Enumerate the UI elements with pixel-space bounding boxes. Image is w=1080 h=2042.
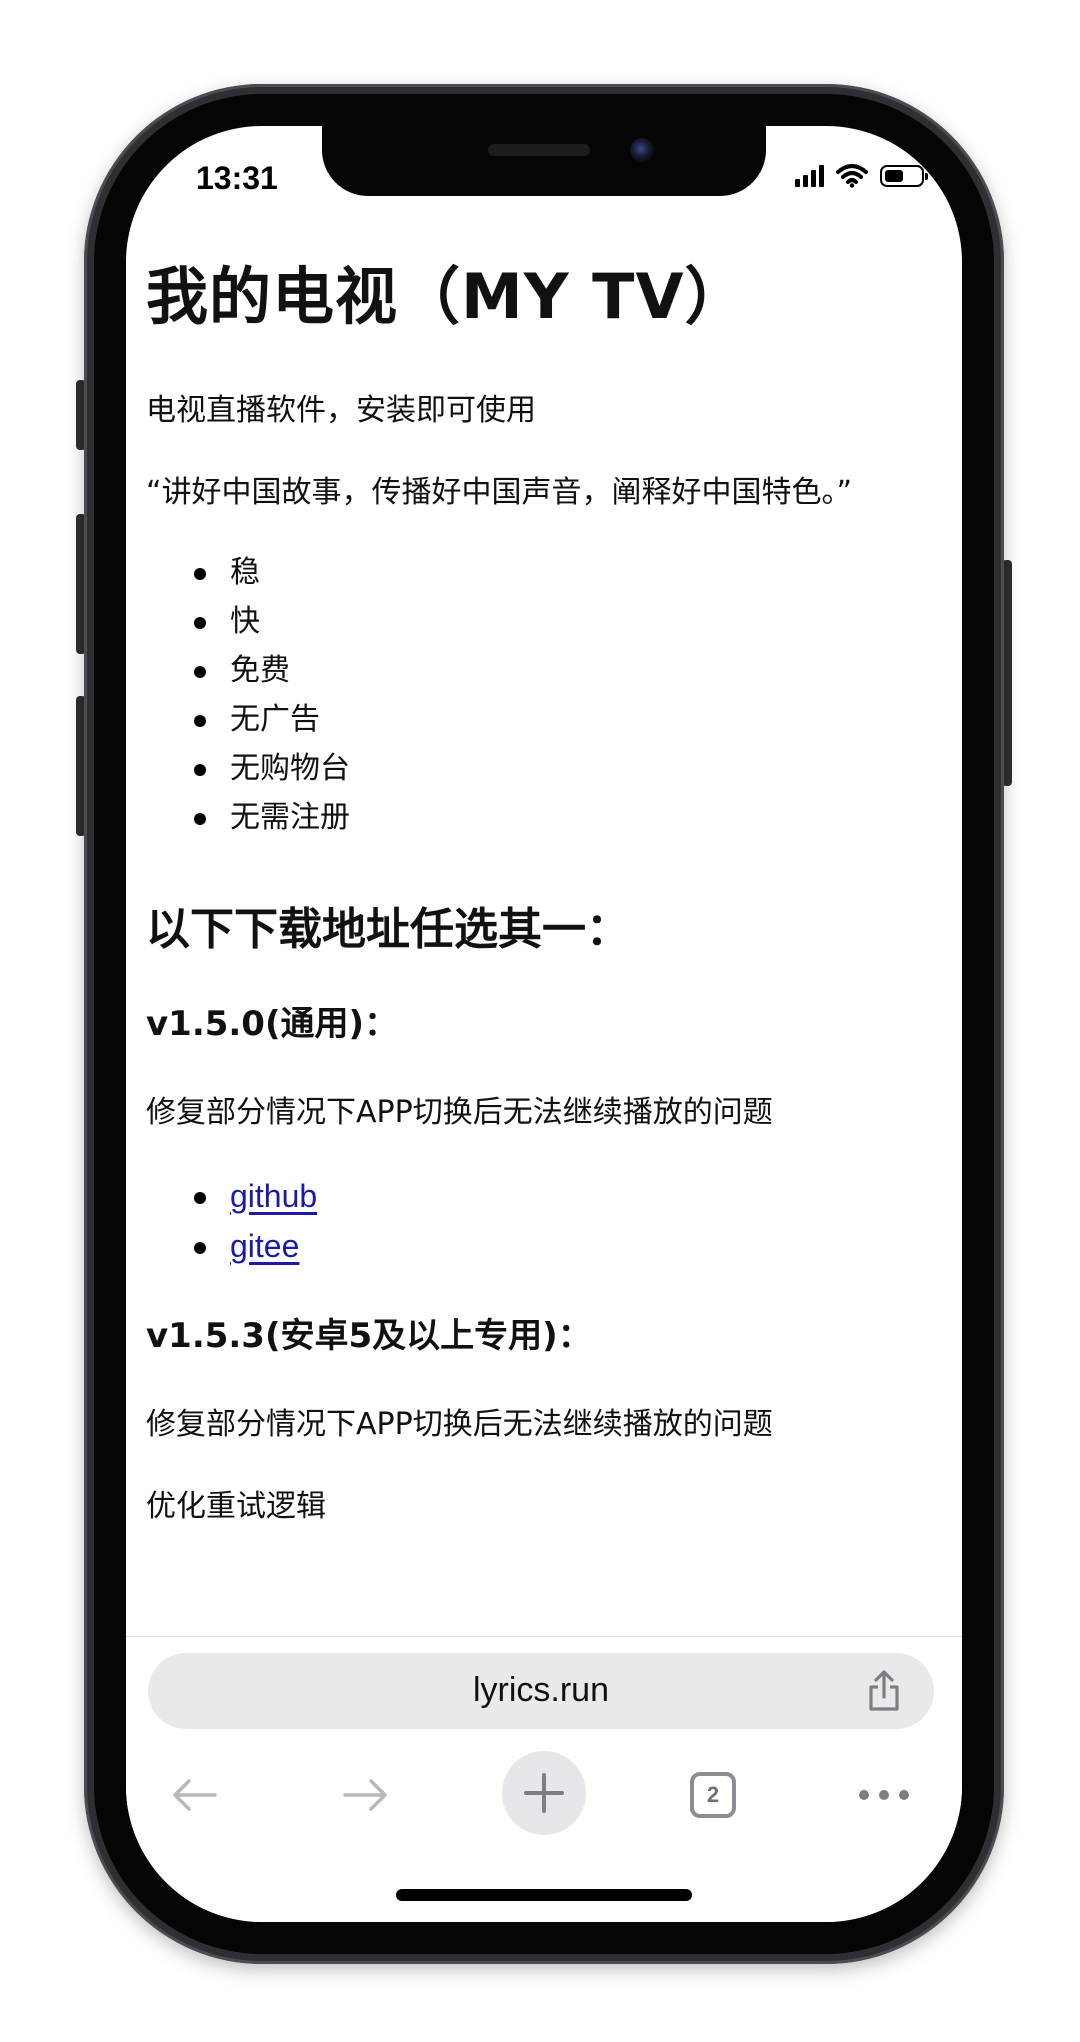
list-item: 快 <box>194 597 926 646</box>
more-icon <box>859 1790 909 1800</box>
new-tab-button[interactable] <box>502 1751 586 1835</box>
version-note: 修复部分情况下APP切换后无法继续播放的问题 <box>146 1095 773 1130</box>
plus-icon <box>524 1773 564 1813</box>
back-arrow-icon <box>173 1779 217 1811</box>
battery-icon <box>880 165 928 187</box>
intro-text: 电视直播软件，安装即可使用 <box>146 393 536 428</box>
url-text: lyrics.run <box>472 1671 610 1709</box>
version-note: 修复部分情况下APP切换后无法继续播放的问题 <box>146 1407 773 1442</box>
list-item: 无需注册 <box>194 793 926 842</box>
navigation-bar: 2 <box>126 1745 962 1845</box>
address-bar[interactable]: lyrics.run <box>148 1653 934 1729</box>
home-indicator <box>396 1889 692 1901</box>
feature-list: 稳 快 免费 无广告 无购物台 无需注册 <box>146 548 926 842</box>
list-item: 免费 <box>194 646 926 695</box>
list-item: github <box>194 1172 926 1222</box>
download-links: github gitee <box>146 1172 926 1272</box>
version-heading-1-5-3: v1.5.3(安卓5及以上专用)： <box>146 1316 592 1356</box>
web-content: 我的电视（MY TV） 电视直播软件，安装即可使用 “讲好中国故事，传播好中国声… <box>146 252 926 1530</box>
version-heading-1-5-0: v1.5.0(通用)： <box>146 1004 399 1044</box>
cellular-signal-icon <box>795 165 824 187</box>
list-item: gitee <box>194 1222 926 1272</box>
forward-arrow-icon <box>343 1779 387 1811</box>
status-time: 13:31 <box>196 160 278 196</box>
page-title: 我的电视（MY TV） <box>146 260 748 333</box>
tabs-button[interactable]: 2 <box>673 1755 753 1835</box>
notch <box>322 126 766 196</box>
version-note: 优化重试逻辑 <box>146 1489 326 1524</box>
list-item: 无广告 <box>194 695 926 744</box>
front-camera <box>630 138 654 162</box>
list-item: 无购物台 <box>194 744 926 793</box>
more-button[interactable] <box>844 1755 924 1835</box>
wifi-icon <box>836 164 868 188</box>
list-item: 稳 <box>194 548 926 597</box>
forward-button[interactable] <box>326 1755 406 1835</box>
browser-toolbar: lyrics.run 2 <box>126 1636 962 1922</box>
status-icons <box>795 164 928 188</box>
download-heading: 以下下载地址任选其一： <box>146 904 630 955</box>
github-link[interactable]: github <box>230 1178 317 1214</box>
tabs-icon: 2 <box>690 1772 736 1818</box>
quote-text: “讲好中国故事，传播好中国声音，阐释好中国特色。” <box>146 475 853 510</box>
share-icon[interactable] <box>864 1669 904 1713</box>
back-button[interactable] <box>154 1755 234 1835</box>
device-mockup: 13:31 我的电视（MY TV） 电视直播软件，安装即可使用 “讲好中国故事，… <box>0 0 1080 2042</box>
gitee-link[interactable]: gitee <box>230 1228 299 1264</box>
phone-screen: 13:31 我的电视（MY TV） 电视直播软件，安装即可使用 “讲好中国故事，… <box>126 126 962 1922</box>
earpiece-speaker <box>488 144 590 156</box>
